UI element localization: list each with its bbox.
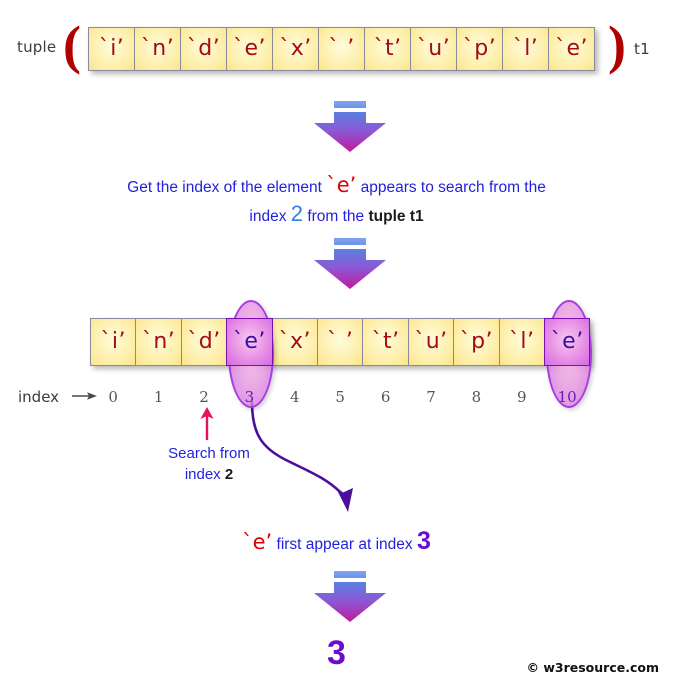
index-number-9: 9	[517, 388, 527, 406]
tuple-variable-name: t1	[634, 40, 650, 58]
tuple-cell-indexed-4: `x’	[271, 318, 318, 366]
result-element: `e’	[242, 530, 273, 554]
search-note-number: 2	[224, 466, 234, 483]
tuple-cell-top-1: `n’	[134, 27, 181, 71]
index-number-8: 8	[471, 388, 482, 406]
tuple-cell-top-2: `d’	[180, 27, 227, 71]
description-line-1: Get the index of the element `e’ appears…	[0, 172, 673, 201]
tuple-cell-top-10: `e’	[548, 27, 595, 71]
watermark: © w3resource.com	[526, 660, 660, 675]
tuple-cell-top-3: `e’	[226, 27, 273, 71]
down-arrow-icon-1	[312, 101, 388, 153]
tuple-cell-top-7: `u’	[410, 27, 457, 71]
index-axis-label: index	[18, 388, 60, 406]
tuple-strip-top: `i’ `n’ `d’ `e’ `x’ ` ’ `t’ `u’ `p’ `l’ `e’	[88, 27, 595, 71]
tuple-cell-indexed-0: `i’	[90, 318, 137, 366]
result-phrase: first appear at index	[272, 536, 417, 553]
description-line-2: index 2 from the tuple t1	[0, 201, 673, 230]
open-paren: (	[63, 15, 81, 75]
tuple-cell-indexed-face-10: `e’	[544, 318, 591, 366]
tuple-cell-top-4: `x’	[272, 27, 319, 71]
tuple-cell-indexed-5: ` ’	[316, 318, 364, 366]
desc-line2-var: t1	[405, 208, 424, 225]
index-number-0: 0	[108, 388, 118, 406]
tuple-cell-top-8: `p’	[456, 27, 503, 71]
tuple-strip-indexed: `i’`n’`d’`e’`x’` ’`t’`u’`p’`l’`e’	[90, 318, 591, 366]
index-number-7: 7	[426, 388, 436, 406]
tuple-cell-indexed-7: `u’	[407, 318, 455, 366]
tuple-cell-top-9: `l’	[502, 27, 549, 71]
tuple-cell-indexed-8: `p’	[453, 318, 500, 366]
desc-line1-element: `e’	[326, 173, 357, 197]
index-number-10: 10	[557, 388, 577, 406]
tuple-cell-indexed-face-3: `e’	[226, 318, 273, 366]
desc-line2-number: 2	[290, 201, 304, 226]
curved-arrow-icon	[240, 400, 380, 520]
search-note-prefix: index	[184, 466, 225, 483]
description-text: Get the index of the element `e’ appears…	[0, 172, 673, 230]
close-paren: )	[608, 15, 626, 75]
tuple-cell-indexed-1: `n’	[135, 318, 182, 366]
tuple-cell-top-0: `i’	[88, 27, 135, 71]
index-number-2: 2	[199, 388, 209, 406]
tuple-cell-indexed-6: `t’	[362, 318, 409, 366]
desc-line2-mid: from the	[303, 208, 369, 225]
result-text: `e’ first appear at index 3	[0, 526, 673, 560]
tuple-cell-indexed-2: `d’	[180, 318, 228, 366]
tuple-cell-top-6: `t’	[364, 27, 411, 71]
tuple-cell-indexed-9: `l’	[498, 318, 545, 366]
index-number-3: 3	[244, 388, 255, 406]
tuple-keyword-label: tuple	[17, 38, 57, 56]
up-arrow-icon	[198, 406, 216, 440]
tuple-cell-top-5: ` ’	[318, 27, 365, 71]
desc-line2-prefix: index	[249, 208, 291, 225]
down-arrow-icon-2	[312, 238, 388, 290]
index-number-1: 1	[153, 388, 164, 406]
desc-line2-keyword: tuple	[368, 208, 406, 225]
down-arrow-icon-3	[312, 571, 388, 623]
desc-line1-suffix: appears to search from the	[356, 179, 546, 196]
desc-line1-prefix: Get the index of the element	[127, 179, 327, 196]
result-value: 3	[416, 527, 431, 555]
